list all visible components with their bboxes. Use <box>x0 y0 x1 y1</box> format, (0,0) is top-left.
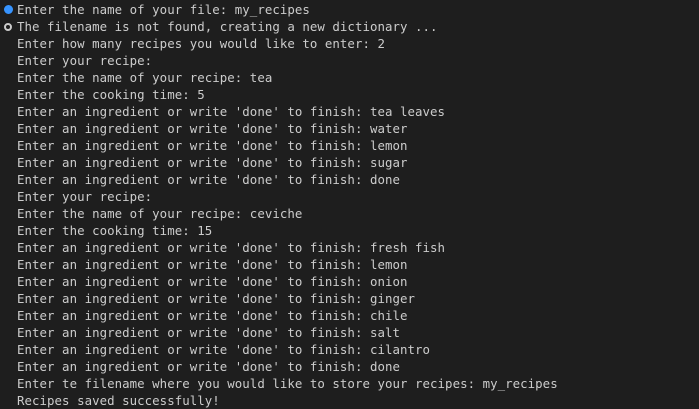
terminal-line: Enter an ingredient or write 'done' to f… <box>0 154 699 171</box>
terminal-line-text: Enter an ingredient or write 'done' to f… <box>17 104 446 119</box>
terminal-line-text: Enter an ingredient or write 'done' to f… <box>17 325 400 340</box>
terminal-line: Enter an ingredient or write 'done' to f… <box>0 290 699 307</box>
terminal-line: Enter an ingredient or write 'done' to f… <box>0 307 699 324</box>
terminal-line-text: Enter how many recipes you would like to… <box>17 36 385 51</box>
terminal-line-text: Enter an ingredient or write 'done' to f… <box>17 138 408 153</box>
terminal-line-text: Enter the name of your recipe: ceviche <box>17 206 303 221</box>
terminal-output[interactable]: Enter the name of your file: my_recipes … <box>0 0 699 408</box>
terminal-line-text: Enter an ingredient or write 'done' to f… <box>17 121 408 136</box>
terminal-line: Enter your recipe: <box>0 188 699 205</box>
terminal-line-text: Enter an ingredient or write 'done' to f… <box>17 342 431 357</box>
terminal-line: Enter an ingredient or write 'done' to f… <box>0 341 699 358</box>
terminal-line: Enter an ingredient or write 'done' to f… <box>0 273 699 290</box>
terminal-line-text: Enter an ingredient or write 'done' to f… <box>17 359 400 374</box>
terminal-line: Enter an ingredient or write 'done' to f… <box>0 137 699 154</box>
terminal-line: Enter an ingredient or write 'done' to f… <box>0 120 699 137</box>
terminal-line: Enter an ingredient or write 'done' to f… <box>0 239 699 256</box>
terminal-line: Enter an ingredient or write 'done' to f… <box>0 256 699 273</box>
terminal-line: Enter an ingredient or write 'done' to f… <box>0 103 699 120</box>
terminal-line-text: Enter the cooking time: 5 <box>17 87 205 102</box>
terminal-line-text: Enter your recipe: <box>17 53 153 68</box>
terminal-line-text: Enter the name of your recipe: tea <box>17 70 273 85</box>
terminal-line: Enter an ingredient or write 'done' to f… <box>0 358 699 375</box>
terminal-line-text: Enter an ingredient or write 'done' to f… <box>17 257 408 272</box>
terminal-line: Enter an ingredient or write 'done' to f… <box>0 171 699 188</box>
terminal-line-text: Enter te filename where you would like t… <box>17 376 558 391</box>
terminal-line: Enter te filename where you would like t… <box>0 375 699 392</box>
terminal-line-text: Enter an ingredient or write 'done' to f… <box>17 240 446 255</box>
command-success-dot-icon[interactable] <box>4 5 13 14</box>
terminal-line: Enter the name of your recipe: tea <box>0 69 699 86</box>
terminal-line: Enter how many recipes you would like to… <box>0 35 699 52</box>
terminal-line: Enter your recipe: <box>0 52 699 69</box>
terminal-line-text: Recipes saved successfully! <box>17 393 220 408</box>
terminal-line-text: Enter an ingredient or write 'done' to f… <box>17 172 400 187</box>
terminal-line: Enter the name of your recipe: ceviche <box>0 205 699 222</box>
terminal-line: Recipes saved successfully! <box>0 392 699 409</box>
terminal-line-text: Enter the cooking time: 15 <box>17 223 213 238</box>
terminal-line-text: Enter an ingredient or write 'done' to f… <box>17 291 416 306</box>
terminal-line-text: Enter your recipe: <box>17 189 153 204</box>
terminal-line-text: Enter an ingredient or write 'done' to f… <box>17 274 408 289</box>
terminal-line: Enter the cooking time: 5 <box>0 86 699 103</box>
terminal-line-text: Enter the name of your file: my_recipes <box>17 2 310 17</box>
terminal-line-text: The filename is not found, creating a ne… <box>17 19 438 34</box>
command-decoration-circle-icon[interactable] <box>4 23 12 31</box>
terminal-line: Enter the cooking time: 15 <box>0 222 699 239</box>
terminal-line-text: Enter an ingredient or write 'done' to f… <box>17 155 408 170</box>
terminal-line-text: Enter an ingredient or write 'done' to f… <box>17 308 408 323</box>
terminal-line: The filename is not found, creating a ne… <box>0 18 699 35</box>
terminal-line: Enter an ingredient or write 'done' to f… <box>0 324 699 341</box>
terminal-line: Enter the name of your file: my_recipes <box>0 1 699 18</box>
